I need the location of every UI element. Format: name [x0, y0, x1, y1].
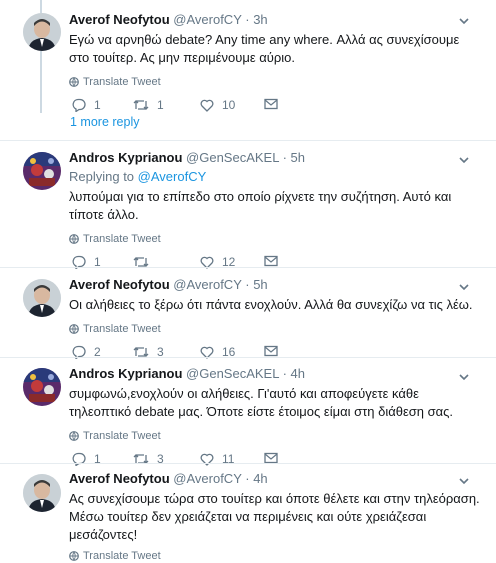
- display-name[interactable]: Averof Neofytou: [69, 12, 170, 27]
- timestamp[interactable]: · 5h: [283, 150, 305, 165]
- tweet[interactable]: Averof Neofytou @AverofCY · 3h Εγώ να αρ…: [0, 0, 496, 140]
- like-button[interactable]: 10: [200, 98, 235, 112]
- globe-icon: [69, 77, 79, 87]
- timestamp[interactable]: · 3h: [245, 12, 267, 27]
- username[interactable]: @GenSecAKEL: [186, 366, 279, 381]
- avatar-party-emblem-icon: [23, 152, 61, 190]
- translate-label: Translate Tweet: [83, 430, 161, 442]
- avatar[interactable]: [23, 279, 61, 317]
- tweet-actions: 1 1 10: [69, 98, 480, 116]
- tweet-text: συμφωνώ,ενοχλούν οι αλήθειες. Γι'αυτό κα…: [69, 386, 454, 419]
- reply-button[interactable]: 1: [72, 98, 101, 112]
- avatar[interactable]: [23, 368, 61, 406]
- tweet[interactable]: Andros Kyprianou @GenSecAKEL · 4h συμφων…: [0, 358, 496, 466]
- translate-tweet-link[interactable]: Translate Tweet: [69, 322, 480, 336]
- tweet-header: Averof Neofytou @AverofCY · 5h: [69, 277, 480, 293]
- tweet-header: Averof Neofytou @AverofCY · 3h: [69, 12, 480, 28]
- globe-icon: [69, 431, 79, 441]
- avatar[interactable]: [23, 152, 61, 190]
- tweet-text: Εγώ να αρνηθώ debate? Any time any where…: [69, 32, 460, 65]
- username[interactable]: @GenSecAKEL: [186, 150, 279, 165]
- envelope-icon: [264, 345, 278, 357]
- show-more-replies-link[interactable]: 1 more reply: [70, 115, 139, 129]
- like-count: 10: [222, 98, 236, 112]
- translate-label: Translate Tweet: [83, 233, 161, 245]
- retweet-button[interactable]: 1: [133, 98, 164, 112]
- replying-to-prefix: Replying to: [69, 169, 135, 184]
- translate-label: Translate Tweet: [83, 550, 161, 562]
- display-name[interactable]: Andros Kyprianou: [69, 366, 182, 381]
- reply-count: 1: [94, 98, 101, 112]
- replying-to-handle-link[interactable]: @AverofCY: [138, 169, 207, 184]
- tweet[interactable]: Andros Kyprianou @GenSecAKEL · 5h Replyi…: [0, 141, 496, 269]
- reply-icon: [72, 98, 86, 112]
- username[interactable]: @AverofCY: [173, 277, 241, 292]
- avatar-portrait-icon: [23, 474, 61, 512]
- envelope-icon: [264, 98, 278, 110]
- globe-icon: [69, 324, 79, 334]
- avatar-party-emblem-icon: [23, 368, 61, 406]
- direct-message-button[interactable]: [264, 345, 278, 357]
- avatar[interactable]: [23, 13, 61, 51]
- envelope-icon: [264, 255, 278, 267]
- translate-tweet-link[interactable]: Translate Tweet: [69, 75, 480, 89]
- retweet-icon: [133, 100, 149, 110]
- tweet-text: Οι αλήθειες το ξέρω ότι πάντα ενοχλούν. …: [69, 297, 473, 312]
- retweet-count: 1: [157, 98, 164, 112]
- tweet-header: Averof Neofytou @AverofCY · 4h: [69, 471, 480, 487]
- timestamp[interactable]: · 4h: [245, 471, 267, 486]
- translate-label: Translate Tweet: [83, 323, 161, 335]
- tweet[interactable]: Averof Neofytou @AverofCY · 5h Οι αλήθει…: [0, 268, 496, 359]
- tweet-header: Andros Kyprianou @GenSecAKEL · 4h: [69, 366, 480, 382]
- translate-tweet-link[interactable]: Translate Tweet: [69, 429, 480, 443]
- avatar[interactable]: [23, 474, 61, 512]
- globe-icon: [69, 551, 79, 561]
- tweet[interactable]: Averof Neofytou @AverofCY · 4h Ας συνεχί…: [0, 464, 496, 562]
- tweet-header: Andros Kyprianou @GenSecAKEL · 5h: [69, 150, 480, 166]
- timestamp[interactable]: · 4h: [283, 366, 305, 381]
- tweet-text: λυπούμαι για το επίπεδο στο οποίο ρίχνετ…: [69, 189, 452, 222]
- replying-to: Replying to @AverofCY: [69, 169, 480, 185]
- direct-message-button[interactable]: [264, 98, 278, 110]
- avatar-portrait-icon: [23, 279, 61, 317]
- avatar-portrait-icon: [23, 13, 61, 51]
- translate-label: Translate Tweet: [83, 76, 161, 88]
- display-name[interactable]: Averof Neofytou: [69, 471, 170, 486]
- display-name[interactable]: Andros Kyprianou: [69, 150, 182, 165]
- heart-icon: [200, 99, 214, 112]
- translate-tweet-link[interactable]: Translate Tweet: [69, 232, 480, 246]
- tweet-text: Ας συνεχίσουμε τώρα στο τουίτερ και όποτ…: [69, 491, 480, 542]
- globe-icon: [69, 234, 79, 244]
- display-name[interactable]: Averof Neofytou: [69, 277, 170, 292]
- translate-tweet-link[interactable]: Translate Tweet: [69, 549, 480, 563]
- timestamp[interactable]: · 5h: [245, 277, 267, 292]
- direct-message-button[interactable]: [264, 255, 278, 267]
- username[interactable]: @AverofCY: [173, 12, 241, 27]
- username[interactable]: @AverofCY: [173, 471, 241, 486]
